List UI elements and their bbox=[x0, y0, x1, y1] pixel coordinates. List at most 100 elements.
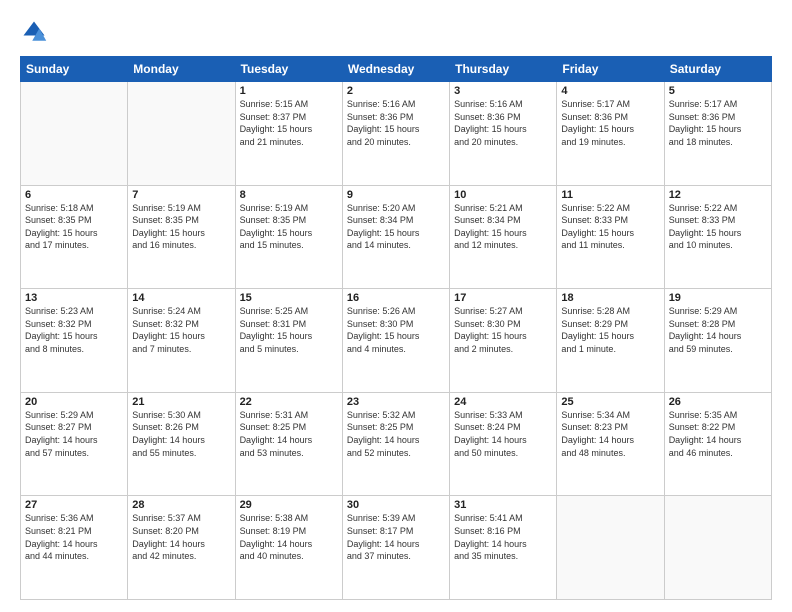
day-number: 17 bbox=[454, 292, 552, 304]
day-number: 20 bbox=[25, 396, 123, 408]
calendar-cell: 29Sunrise: 5:38 AM Sunset: 8:19 PM Dayli… bbox=[235, 496, 342, 600]
day-info: Sunrise: 5:20 AM Sunset: 8:34 PM Dayligh… bbox=[347, 202, 445, 252]
day-info: Sunrise: 5:28 AM Sunset: 8:29 PM Dayligh… bbox=[561, 305, 659, 355]
day-info: Sunrise: 5:33 AM Sunset: 8:24 PM Dayligh… bbox=[454, 409, 552, 459]
day-number: 4 bbox=[561, 85, 659, 97]
day-info: Sunrise: 5:36 AM Sunset: 8:21 PM Dayligh… bbox=[25, 512, 123, 562]
day-number: 7 bbox=[132, 189, 230, 201]
day-info: Sunrise: 5:21 AM Sunset: 8:34 PM Dayligh… bbox=[454, 202, 552, 252]
logo-icon bbox=[20, 18, 48, 46]
day-number: 8 bbox=[240, 189, 338, 201]
day-number: 11 bbox=[561, 189, 659, 201]
page: SundayMondayTuesdayWednesdayThursdayFrid… bbox=[0, 0, 792, 612]
calendar-cell: 24Sunrise: 5:33 AM Sunset: 8:24 PM Dayli… bbox=[450, 392, 557, 496]
day-number: 3 bbox=[454, 85, 552, 97]
day-number: 28 bbox=[132, 499, 230, 511]
day-number: 2 bbox=[347, 85, 445, 97]
logo bbox=[20, 18, 52, 46]
calendar-cell: 13Sunrise: 5:23 AM Sunset: 8:32 PM Dayli… bbox=[21, 289, 128, 393]
day-info: Sunrise: 5:15 AM Sunset: 8:37 PM Dayligh… bbox=[240, 98, 338, 148]
calendar-cell: 22Sunrise: 5:31 AM Sunset: 8:25 PM Dayli… bbox=[235, 392, 342, 496]
day-number: 29 bbox=[240, 499, 338, 511]
day-info: Sunrise: 5:24 AM Sunset: 8:32 PM Dayligh… bbox=[132, 305, 230, 355]
calendar-cell: 6Sunrise: 5:18 AM Sunset: 8:35 PM Daylig… bbox=[21, 185, 128, 289]
calendar-cell: 31Sunrise: 5:41 AM Sunset: 8:16 PM Dayli… bbox=[450, 496, 557, 600]
calendar-header-row: SundayMondayTuesdayWednesdayThursdayFrid… bbox=[21, 57, 772, 82]
day-info: Sunrise: 5:31 AM Sunset: 8:25 PM Dayligh… bbox=[240, 409, 338, 459]
calendar-week-row: 6Sunrise: 5:18 AM Sunset: 8:35 PM Daylig… bbox=[21, 185, 772, 289]
calendar-cell: 18Sunrise: 5:28 AM Sunset: 8:29 PM Dayli… bbox=[557, 289, 664, 393]
day-info: Sunrise: 5:22 AM Sunset: 8:33 PM Dayligh… bbox=[561, 202, 659, 252]
header bbox=[20, 18, 772, 46]
day-number: 6 bbox=[25, 189, 123, 201]
calendar-weekday: Friday bbox=[557, 57, 664, 82]
day-number: 25 bbox=[561, 396, 659, 408]
calendar-cell: 5Sunrise: 5:17 AM Sunset: 8:36 PM Daylig… bbox=[664, 82, 771, 186]
calendar-cell: 4Sunrise: 5:17 AM Sunset: 8:36 PM Daylig… bbox=[557, 82, 664, 186]
calendar-weekday: Wednesday bbox=[342, 57, 449, 82]
calendar-weekday: Monday bbox=[128, 57, 235, 82]
day-number: 26 bbox=[669, 396, 767, 408]
calendar-cell bbox=[557, 496, 664, 600]
day-number: 21 bbox=[132, 396, 230, 408]
day-info: Sunrise: 5:29 AM Sunset: 8:28 PM Dayligh… bbox=[669, 305, 767, 355]
day-number: 18 bbox=[561, 292, 659, 304]
calendar-week-row: 27Sunrise: 5:36 AM Sunset: 8:21 PM Dayli… bbox=[21, 496, 772, 600]
day-number: 24 bbox=[454, 396, 552, 408]
day-info: Sunrise: 5:16 AM Sunset: 8:36 PM Dayligh… bbox=[454, 98, 552, 148]
calendar-weekday: Sunday bbox=[21, 57, 128, 82]
day-number: 1 bbox=[240, 85, 338, 97]
calendar-cell: 1Sunrise: 5:15 AM Sunset: 8:37 PM Daylig… bbox=[235, 82, 342, 186]
day-number: 16 bbox=[347, 292, 445, 304]
calendar-cell: 26Sunrise: 5:35 AM Sunset: 8:22 PM Dayli… bbox=[664, 392, 771, 496]
day-info: Sunrise: 5:26 AM Sunset: 8:30 PM Dayligh… bbox=[347, 305, 445, 355]
calendar-cell: 11Sunrise: 5:22 AM Sunset: 8:33 PM Dayli… bbox=[557, 185, 664, 289]
day-info: Sunrise: 5:18 AM Sunset: 8:35 PM Dayligh… bbox=[25, 202, 123, 252]
calendar-week-row: 20Sunrise: 5:29 AM Sunset: 8:27 PM Dayli… bbox=[21, 392, 772, 496]
day-info: Sunrise: 5:37 AM Sunset: 8:20 PM Dayligh… bbox=[132, 512, 230, 562]
day-number: 10 bbox=[454, 189, 552, 201]
calendar-cell: 19Sunrise: 5:29 AM Sunset: 8:28 PM Dayli… bbox=[664, 289, 771, 393]
day-info: Sunrise: 5:34 AM Sunset: 8:23 PM Dayligh… bbox=[561, 409, 659, 459]
day-info: Sunrise: 5:30 AM Sunset: 8:26 PM Dayligh… bbox=[132, 409, 230, 459]
calendar-week-row: 13Sunrise: 5:23 AM Sunset: 8:32 PM Dayli… bbox=[21, 289, 772, 393]
calendar-cell: 21Sunrise: 5:30 AM Sunset: 8:26 PM Dayli… bbox=[128, 392, 235, 496]
day-number: 15 bbox=[240, 292, 338, 304]
calendar-cell bbox=[128, 82, 235, 186]
day-number: 14 bbox=[132, 292, 230, 304]
calendar-cell: 10Sunrise: 5:21 AM Sunset: 8:34 PM Dayli… bbox=[450, 185, 557, 289]
day-info: Sunrise: 5:39 AM Sunset: 8:17 PM Dayligh… bbox=[347, 512, 445, 562]
day-info: Sunrise: 5:25 AM Sunset: 8:31 PM Dayligh… bbox=[240, 305, 338, 355]
day-info: Sunrise: 5:17 AM Sunset: 8:36 PM Dayligh… bbox=[669, 98, 767, 148]
day-number: 30 bbox=[347, 499, 445, 511]
day-info: Sunrise: 5:32 AM Sunset: 8:25 PM Dayligh… bbox=[347, 409, 445, 459]
day-number: 27 bbox=[25, 499, 123, 511]
day-number: 13 bbox=[25, 292, 123, 304]
day-number: 12 bbox=[669, 189, 767, 201]
day-info: Sunrise: 5:38 AM Sunset: 8:19 PM Dayligh… bbox=[240, 512, 338, 562]
day-number: 19 bbox=[669, 292, 767, 304]
day-info: Sunrise: 5:16 AM Sunset: 8:36 PM Dayligh… bbox=[347, 98, 445, 148]
calendar-cell bbox=[664, 496, 771, 600]
calendar-cell: 9Sunrise: 5:20 AM Sunset: 8:34 PM Daylig… bbox=[342, 185, 449, 289]
day-info: Sunrise: 5:19 AM Sunset: 8:35 PM Dayligh… bbox=[240, 202, 338, 252]
calendar-cell: 30Sunrise: 5:39 AM Sunset: 8:17 PM Dayli… bbox=[342, 496, 449, 600]
calendar-cell bbox=[21, 82, 128, 186]
calendar-cell: 7Sunrise: 5:19 AM Sunset: 8:35 PM Daylig… bbox=[128, 185, 235, 289]
calendar-cell: 3Sunrise: 5:16 AM Sunset: 8:36 PM Daylig… bbox=[450, 82, 557, 186]
calendar-cell: 17Sunrise: 5:27 AM Sunset: 8:30 PM Dayli… bbox=[450, 289, 557, 393]
calendar-cell: 20Sunrise: 5:29 AM Sunset: 8:27 PM Dayli… bbox=[21, 392, 128, 496]
day-info: Sunrise: 5:29 AM Sunset: 8:27 PM Dayligh… bbox=[25, 409, 123, 459]
calendar-weekday: Saturday bbox=[664, 57, 771, 82]
calendar-cell: 8Sunrise: 5:19 AM Sunset: 8:35 PM Daylig… bbox=[235, 185, 342, 289]
calendar-cell: 12Sunrise: 5:22 AM Sunset: 8:33 PM Dayli… bbox=[664, 185, 771, 289]
calendar-cell: 15Sunrise: 5:25 AM Sunset: 8:31 PM Dayli… bbox=[235, 289, 342, 393]
day-info: Sunrise: 5:23 AM Sunset: 8:32 PM Dayligh… bbox=[25, 305, 123, 355]
calendar-cell: 23Sunrise: 5:32 AM Sunset: 8:25 PM Dayli… bbox=[342, 392, 449, 496]
day-number: 31 bbox=[454, 499, 552, 511]
day-info: Sunrise: 5:27 AM Sunset: 8:30 PM Dayligh… bbox=[454, 305, 552, 355]
calendar-cell: 2Sunrise: 5:16 AM Sunset: 8:36 PM Daylig… bbox=[342, 82, 449, 186]
day-number: 9 bbox=[347, 189, 445, 201]
calendar-cell: 25Sunrise: 5:34 AM Sunset: 8:23 PM Dayli… bbox=[557, 392, 664, 496]
calendar-cell: 28Sunrise: 5:37 AM Sunset: 8:20 PM Dayli… bbox=[128, 496, 235, 600]
